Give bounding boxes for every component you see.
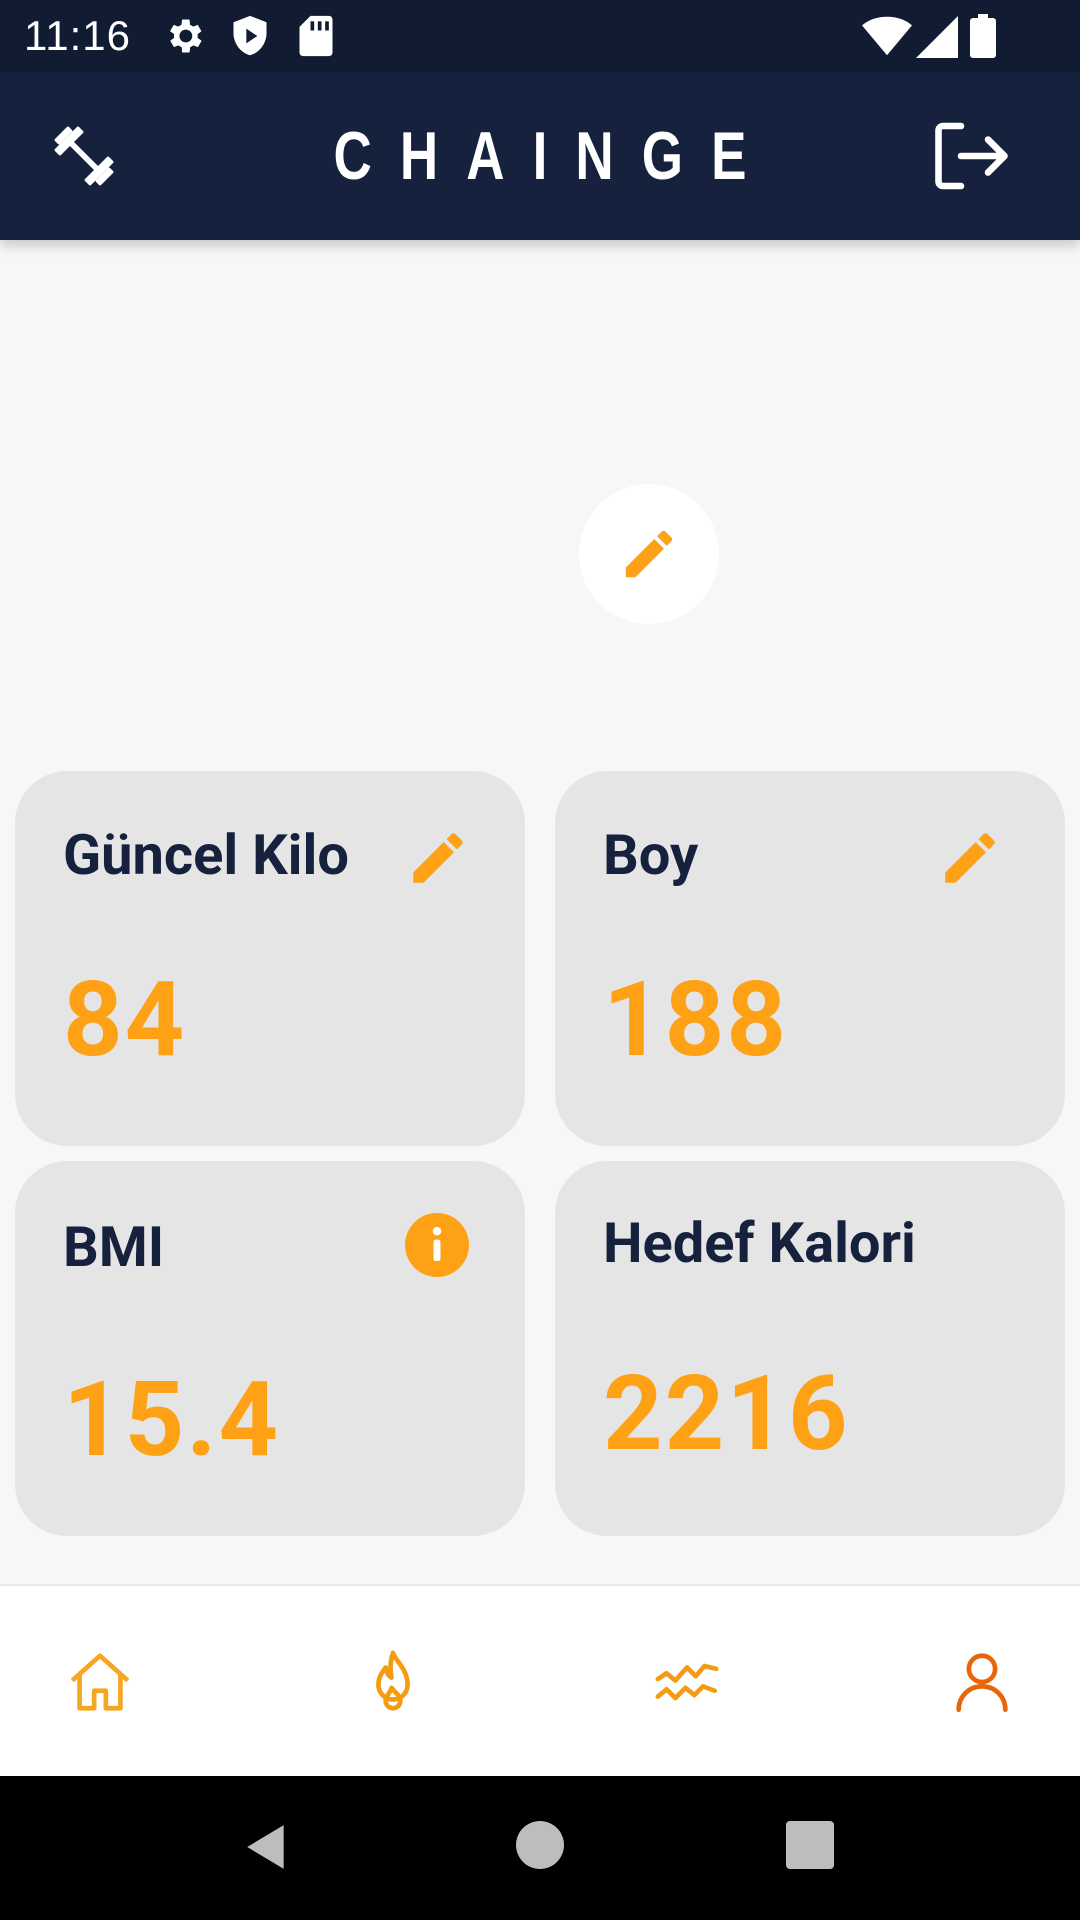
pencil-icon[interactable] [937, 825, 1003, 891]
trend-lines-icon [655, 1663, 719, 1701]
system-navigation-bar [0, 1776, 1080, 1920]
current-weight-card: Güncel Kilo 84 [15, 771, 525, 1146]
height-label: Boy [603, 822, 699, 888]
app-title: CHAINGE [333, 118, 775, 194]
bottom-navigation [0, 1584, 1080, 1778]
back-icon[interactable] [242, 1822, 292, 1872]
home-icon [70, 1653, 130, 1711]
target-calorie-value: 2216 [603, 1354, 850, 1475]
status-bar: 11:16 [0, 0, 1080, 72]
gear-icon [170, 19, 202, 53]
height-value: 188 [603, 960, 789, 1081]
current-weight-value: 84 [63, 960, 187, 1081]
nav-profile[interactable] [847, 1586, 1080, 1778]
recents-icon[interactable] [786, 1821, 834, 1869]
nav-home[interactable] [0, 1586, 235, 1778]
edit-profile-photo-button[interactable] [579, 484, 719, 624]
pencil-icon[interactable] [405, 825, 471, 891]
bmi-value: 15.4 [63, 1360, 281, 1481]
shield-play-icon [233, 15, 267, 56]
app-bar: CHAINGE [0, 72, 1080, 240]
dumbbell-icon[interactable] [50, 122, 118, 190]
sd-card-icon [299, 15, 333, 57]
battery-icon [970, 14, 996, 58]
logout-icon[interactable] [930, 120, 1010, 192]
status-time: 11:16 [24, 12, 131, 59]
nav-calories[interactable] [258, 1586, 528, 1778]
current-weight-label: Güncel Kilo [63, 822, 349, 888]
info-icon[interactable] [405, 1213, 469, 1277]
bmi-card: BMI 15.4 [15, 1161, 525, 1536]
user-icon [956, 1653, 1008, 1713]
signal-icon [916, 16, 958, 58]
home-circle-icon[interactable] [516, 1821, 564, 1869]
target-calorie-card: Hedef Kalori 2216 [555, 1161, 1065, 1536]
wifi-icon [862, 16, 912, 56]
height-card: Boy 188 [555, 771, 1065, 1146]
pencil-icon [625, 530, 673, 578]
nav-progress[interactable] [552, 1586, 822, 1778]
flame-icon [376, 1650, 410, 1711]
bmi-label: BMI [63, 1214, 165, 1280]
target-calorie-label: Hedef Kalori [603, 1210, 916, 1276]
